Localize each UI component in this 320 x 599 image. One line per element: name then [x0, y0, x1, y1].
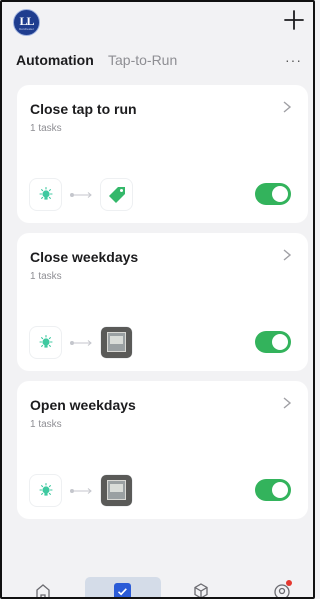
automation-title: Open weekdays [30, 397, 136, 413]
nav-automation-tab[interactable] [85, 577, 161, 599]
device-photo [101, 327, 132, 358]
toggle-knob [272, 482, 288, 498]
automation-card[interactable]: Close tap to run 1 tasks [17, 85, 308, 223]
chevron-right-icon[interactable] [281, 396, 293, 410]
home-icon[interactable] [34, 582, 52, 599]
enable-toggle[interactable] [255, 331, 291, 353]
automation-title: Close weekdays [30, 249, 139, 265]
light-bulb-icon [38, 482, 53, 496]
chevron-right-icon[interactable] [281, 248, 293, 262]
action-tile [101, 475, 132, 506]
plus-icon[interactable] [282, 8, 306, 32]
arrow-icon [70, 192, 92, 198]
enable-toggle[interactable] [255, 183, 291, 205]
bottom-nav [0, 576, 315, 599]
automation-card[interactable]: Close weekdays 1 tasks [17, 233, 308, 371]
toggle-knob [272, 334, 288, 350]
automation-subtitle: 1 tasks [30, 271, 62, 282]
top-bar: LL Dorchester [0, 0, 315, 44]
avatar-initials: LL [19, 13, 34, 28]
condition-tile [30, 327, 61, 358]
condition-tile [30, 475, 61, 506]
automation-subtitle: 1 tasks [30, 419, 62, 430]
notification-badge [286, 580, 292, 586]
enable-toggle[interactable] [255, 479, 291, 501]
checklist-icon [114, 583, 131, 599]
chevron-right-icon[interactable] [281, 100, 293, 114]
avatar-subtext: Dorchester [19, 26, 34, 31]
arrow-icon [70, 488, 92, 494]
condition-tile [30, 179, 61, 210]
action-tile [101, 327, 132, 358]
more-options-icon[interactable]: ··· [285, 52, 302, 68]
tab-automation[interactable]: Automation [16, 52, 94, 68]
tag-icon [108, 186, 125, 203]
light-bulb-icon [38, 334, 53, 348]
automation-title: Close tap to run [30, 101, 137, 117]
arrow-icon [70, 340, 92, 346]
automation-card[interactable]: Open weekdays 1 tasks [17, 381, 308, 519]
action-tile [101, 179, 132, 210]
avatar[interactable]: LL Dorchester [13, 9, 40, 36]
tab-tap-to-run[interactable]: Tap-to-Run [108, 52, 177, 68]
automation-subtitle: 1 tasks [30, 123, 62, 134]
toggle-knob [272, 186, 288, 202]
tab-bar: Automation Tap-to-Run ··· [0, 48, 315, 72]
device-photo [101, 475, 132, 506]
light-bulb-icon [38, 186, 53, 200]
cube-icon[interactable] [192, 582, 210, 599]
